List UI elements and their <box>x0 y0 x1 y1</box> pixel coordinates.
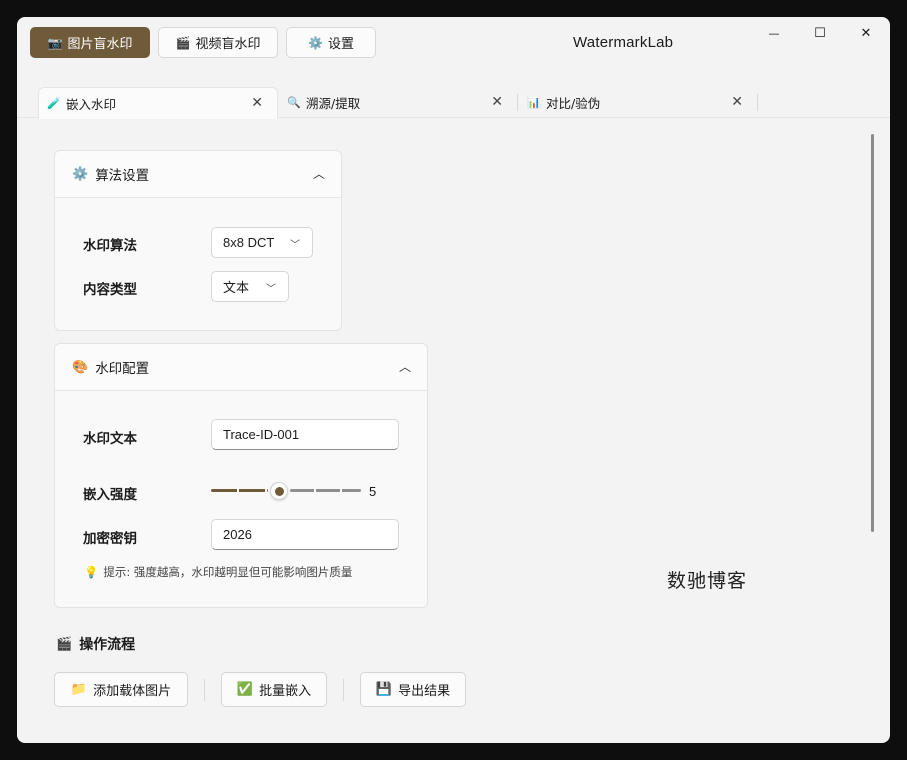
clapper-icon: 🎬 <box>56 636 73 652</box>
embed-panel: ⚙️ 算法设置 ︿ 水印算法 8x8 DCT ﹀ 内容类型 文本 ﹀ 🎨 水印配… <box>17 118 890 743</box>
nav-image-label: 图片盲水印 <box>67 37 133 52</box>
action-separator <box>343 679 344 701</box>
algorithm-settings-header[interactable]: ⚙️ 算法设置 ︿ <box>55 151 341 198</box>
nav-video-label: 视频盲水印 <box>195 37 261 52</box>
chevron-down-icon: ﹀ <box>266 284 276 295</box>
algorithm-label: 水印算法 <box>83 238 137 254</box>
maximize-button[interactable]: ☐ <box>797 17 843 49</box>
tab-compare-label: 对比/验伪 <box>546 96 601 111</box>
algorithm-select[interactable]: 8x8 DCT ﹀ <box>211 227 313 258</box>
workflow-title: 🎬 操作流程 <box>56 634 135 654</box>
watermark-preview-text: 数驰博客 <box>667 570 748 592</box>
tab-embed-label: 嵌入水印 <box>66 96 117 112</box>
bar-chart-icon: 📊 <box>527 96 541 109</box>
close-window-button[interactable]: ✕ <box>843 17 889 49</box>
tab-separator <box>517 94 518 111</box>
maximize-icon: ☐ <box>814 25 826 41</box>
watermark-config-title: 水印配置 <box>95 361 150 377</box>
action-separator <box>204 679 205 701</box>
check-icon: ✅ <box>236 682 254 697</box>
tab-trace-close-icon[interactable]: ✕ <box>491 94 503 110</box>
lightbulb-icon: 💡 <box>84 565 99 579</box>
chevron-up-icon[interactable]: ︿ <box>313 165 325 182</box>
tab-embed-close-icon[interactable]: ✕ <box>251 95 263 111</box>
strength-slider[interactable] <box>211 481 361 501</box>
algorithm-value: 8x8 DCT <box>223 235 275 250</box>
camera-icon: 📷 <box>47 35 63 50</box>
strength-label: 嵌入强度 <box>83 487 137 503</box>
nav-video-watermark-button[interactable]: 🎬 视频盲水印 <box>158 27 278 58</box>
key-input[interactable]: 2026 <box>211 519 399 550</box>
palette-icon: 🎨 <box>72 359 89 375</box>
tab-compare-verify[interactable]: 📊 对比/验伪 ✕ <box>519 87 757 118</box>
tab-trace-label: 溯源/提取 <box>306 96 361 111</box>
strength-value: 5 <box>369 484 377 499</box>
export-result-label: 导出结果 <box>398 684 451 699</box>
batch-embed-button[interactable]: ✅ 批量嵌入 <box>221 672 327 707</box>
export-result-button[interactable]: 💾 导出结果 <box>360 672 466 707</box>
strength-slider-track <box>289 489 361 492</box>
gear-icon: ⚙️ <box>72 166 89 182</box>
hint-text: 提示: 强度越高，水印越明显但可能影响图片质量 <box>103 565 353 579</box>
folder-icon: 📁 <box>70 682 88 697</box>
batch-embed-label: 批量嵌入 <box>259 684 312 699</box>
tab-bar: 🧪 嵌入水印 ✕ 🔍 溯源/提取 ✕ 📊 对比/验伪 ✕ <box>17 85 890 119</box>
clapper-icon: 🎬 <box>175 35 191 50</box>
watermark-text-value: Trace-ID-001 <box>223 427 300 442</box>
content-type-select[interactable]: 文本 ﹀ <box>211 271 289 302</box>
watermark-config-card: 🎨 水印配置 ︿ 水印文本 Trace-ID-001 嵌入强度 5 加密密钥 2… <box>54 343 428 608</box>
content-scrollbar[interactable] <box>871 134 874 532</box>
chevron-down-icon: ﹀ <box>290 240 300 251</box>
chevron-up-icon[interactable]: ︿ <box>399 358 411 375</box>
floppy-disk-icon: 💾 <box>375 682 393 697</box>
workflow-title-text: 操作流程 <box>79 637 136 653</box>
watermark-config-header[interactable]: 🎨 水印配置 ︿ <box>55 344 427 391</box>
content-type-label: 内容类型 <box>83 282 137 298</box>
gear-icon: ⚙️ <box>308 35 323 50</box>
tab-trace-extract[interactable]: 🔍 溯源/提取 ✕ <box>279 87 517 118</box>
strength-slider-thumb[interactable] <box>269 482 288 500</box>
nav-settings-button[interactable]: ⚙️ 设置 <box>286 27 376 58</box>
nav-image-watermark-button[interactable]: 📷 图片盲水印 <box>30 27 150 58</box>
tab-embed-watermark[interactable]: 🧪 嵌入水印 ✕ <box>38 87 278 119</box>
nav-settings-label: 设置 <box>327 37 354 52</box>
magnifier-icon: 🔍 <box>287 96 301 109</box>
algorithm-settings-card: ⚙️ 算法设置 ︿ 水印算法 8x8 DCT ﹀ 内容类型 文本 ﹀ <box>54 150 342 331</box>
strength-hint: 💡 提示: 强度越高，水印越明显但可能影响图片质量 <box>84 564 352 580</box>
close-icon: ✕ <box>860 25 872 41</box>
tab-compare-close-icon[interactable]: ✕ <box>731 94 743 110</box>
add-image-button[interactable]: 📁 添加载体图片 <box>54 672 188 707</box>
content-type-value: 文本 <box>223 280 250 295</box>
flask-icon: 🧪 <box>47 96 61 110</box>
app-title: WatermarkLab <box>573 34 674 51</box>
algorithm-settings-title: 算法设置 <box>95 168 150 184</box>
minimize-button[interactable]: — <box>751 17 797 49</box>
minimize-icon: — <box>768 26 780 40</box>
add-image-label: 添加载体图片 <box>93 684 172 699</box>
key-value: 2026 <box>223 527 252 542</box>
title-bar: 📷 图片盲水印 🎬 视频盲水印 ⚙️ 设置 WatermarkLab — ☐ ✕ <box>17 17 890 71</box>
strength-slider-fill <box>211 489 268 492</box>
watermark-text-label: 水印文本 <box>83 431 137 447</box>
watermark-text-input[interactable]: Trace-ID-001 <box>211 419 399 450</box>
tab-separator <box>757 94 758 111</box>
key-label: 加密密钥 <box>83 531 137 547</box>
app-window: 📷 图片盲水印 🎬 视频盲水印 ⚙️ 设置 WatermarkLab — ☐ ✕… <box>17 17 890 743</box>
